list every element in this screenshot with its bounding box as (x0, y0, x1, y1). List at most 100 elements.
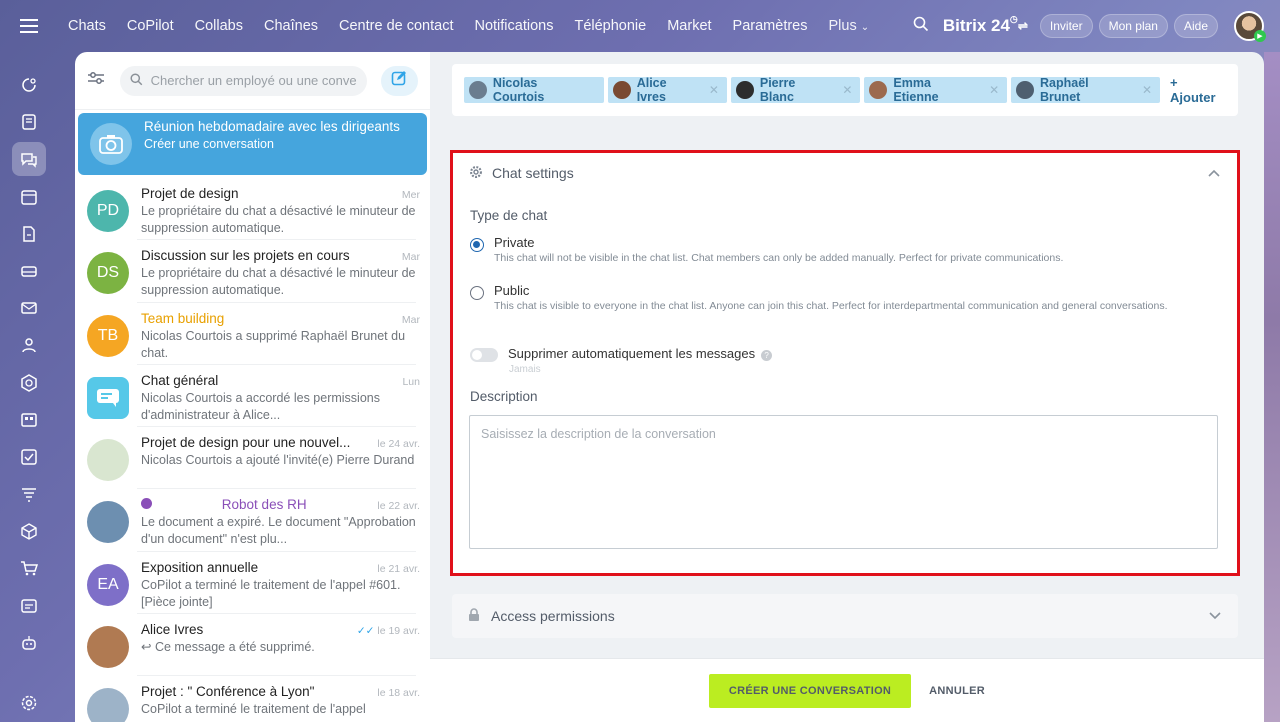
remove-icon[interactable]: ✕ (1142, 83, 1152, 97)
nav-market[interactable]: Market (667, 18, 711, 34)
nav-collabs[interactable]: Collabs (195, 18, 243, 34)
chat-settings-section: Chat settings Type de chat Private This … (450, 150, 1240, 576)
member-chip[interactable]: Nicolas Courtois (464, 76, 604, 104)
autodelete-toggle[interactable] (470, 348, 498, 362)
invite-button[interactable]: Inviter (1039, 14, 1093, 38)
chevron-down-icon[interactable] (1208, 608, 1222, 624)
chevron-up-icon[interactable] (1207, 165, 1221, 181)
chat-item-title-row: Alice Ivres ✓✓ le 19 avr. (141, 622, 420, 637)
nav-settings[interactable]: Paramètres (733, 18, 808, 34)
mail-icon[interactable] (12, 291, 46, 325)
chat-item-selected[interactable]: Réunion hebdomadaire avec les dirigeants… (78, 113, 427, 175)
hamburger-menu-icon[interactable] (0, 0, 58, 52)
member-chip[interactable]: Emma Etienne ✕ (864, 76, 1008, 104)
chat-item-date: le 21 avr. (377, 562, 420, 575)
chat-item-title: Projet : " Conférence à Lyon" (141, 684, 315, 700)
chat-list-header: Chercher un employé ou une conve (75, 52, 430, 110)
chat-item-title-row: Projet de design pour une nouvel... le 24… (141, 435, 420, 450)
chat-list-item[interactable]: Alice Ivres ✓✓ le 19 avr. ↩ Ce message a é… (75, 614, 430, 677)
remove-icon[interactable]: ✕ (989, 83, 999, 97)
chat-item-title: Projet de design (141, 186, 239, 201)
brand-logo[interactable]: Bitrix 24 ◷ ⇌ (943, 14, 1028, 36)
plan-button[interactable]: Mon plan (1098, 14, 1168, 38)
chat-item-preview: Le propriétaire du chat a désactivé le m… (141, 266, 416, 298)
help-button[interactable]: Aide (1173, 14, 1218, 38)
nav-channels[interactable]: Chaînes (264, 18, 318, 34)
top-bar: Chats CoPilot Collabs Chaînes Centre de … (0, 0, 1280, 52)
chat-settings-title: Chat settings (492, 165, 574, 181)
chat-icon[interactable] (12, 142, 46, 177)
chat-item-preview: ↩ Ce message a été supprimé. (141, 640, 315, 655)
remove-icon[interactable]: ✕ (709, 83, 719, 97)
chat-item-date: le 22 avr. (377, 500, 420, 513)
sliders-icon[interactable] (87, 70, 111, 91)
id-card-icon[interactable] (12, 589, 46, 623)
chat-list-item[interactable]: Projet de design pour une nouvel... le 24… (75, 427, 430, 490)
remove-icon[interactable]: ✕ (842, 83, 852, 97)
create-chat-button[interactable]: CRÉER UNE CONVERSATION (708, 673, 912, 708)
feed-icon[interactable] (12, 105, 46, 139)
avatar: PD (87, 190, 129, 232)
new-chat-button[interactable] (380, 65, 418, 96)
public-description: This chat is visible to everyone in the … (494, 300, 1168, 312)
chat-list-item[interactable]: DS Discussion sur les projets en cours Mar… (75, 240, 430, 303)
description-textarea[interactable]: Saisissez la description de la conversat… (469, 415, 1218, 549)
form-footer: CRÉER UNE CONVERSATION ANNULER (430, 658, 1264, 722)
member-chip[interactable]: Pierre Blanc ✕ (730, 76, 861, 104)
chat-list-item[interactable]: Projet : " Conférence à Lyon" le 18 avr. C… (75, 676, 430, 722)
nav-contact-center[interactable]: Centre de contact (339, 18, 453, 34)
nav-copilot[interactable]: CoPilot (127, 18, 174, 34)
tasks-icon[interactable] (12, 440, 46, 474)
access-permissions-section[interactable]: Access permissions (452, 594, 1238, 638)
avatar (87, 626, 129, 669)
chat-item-title-row: Robot des RH le 22 avr. (141, 497, 420, 512)
calendar-icon[interactable] (12, 180, 46, 214)
add-member-link[interactable]: + Ajouter (1170, 75, 1226, 105)
public-radio[interactable] (470, 286, 484, 300)
box-icon[interactable] (12, 514, 46, 548)
private-radio[interactable] (470, 238, 484, 252)
nav-more[interactable]: Plus ⌄ (829, 18, 870, 34)
chat-item-title-row: Projet de design Mer (141, 186, 420, 201)
sites-icon[interactable] (12, 403, 46, 437)
nav-telephony[interactable]: Téléphonie (574, 18, 646, 34)
chat-item-preview: Le document a expiré. Le document "Appro… (141, 515, 416, 547)
filter-icon[interactable] (12, 477, 46, 511)
chat-list-item[interactable]: Robot des RH le 22 avr. Le document a expi… (75, 489, 430, 553)
chat-item-date: Mar (401, 251, 420, 264)
robot-icon[interactable] (12, 626, 46, 660)
chat-item-title-row: Projet : " Conférence à Lyon" le 18 avr. (141, 684, 420, 699)
nav-notifications[interactable]: Notifications (474, 18, 553, 34)
search-icon[interactable] (913, 16, 929, 37)
chat-item-preview: Créer une conversation (144, 137, 274, 151)
chat-list-item[interactable]: TB Team building Mar Nicolas Courtois a sup… (75, 303, 430, 366)
drive-icon[interactable] (12, 254, 46, 288)
cart-icon[interactable] (12, 551, 46, 585)
chat-item-text: Chat général Lun Nicolas Courtois a accord… (141, 373, 420, 424)
chat-settings-header[interactable]: Chat settings (453, 153, 1237, 193)
chat-item-title-row: Exposition annuelle le 21 avr. (141, 560, 420, 575)
contacts-icon[interactable] (12, 328, 46, 362)
chat-list-item[interactable]: EA Exposition annuelle le 21 avr. CoPilot a… (75, 552, 430, 615)
chat-item-date: Mar (401, 313, 420, 326)
chat-search-input[interactable]: Chercher un employé ou une conve (119, 65, 367, 96)
help-icon[interactable]: ? (761, 350, 773, 361)
activity-icon[interactable] (12, 68, 46, 102)
chat-item-title: Réunion hebdomadaire avec les dirigeants (144, 119, 400, 134)
chat-list-item[interactable]: PD Projet de design Mer Le propriétaire du … (75, 178, 430, 241)
bot-icon (141, 498, 152, 510)
avatar: TB (87, 314, 129, 357)
chat-item-text: Discussion sur les projets en cours Mar Le… (141, 248, 420, 299)
member-chip[interactable]: Alice Ivres ✕ (607, 76, 727, 104)
general-chat-icon (87, 376, 129, 419)
member-chip[interactable]: Raphaël Brunet ✕ (1011, 76, 1160, 104)
docs-icon[interactable] (12, 217, 46, 251)
chat-item-text: Réunion hebdomadaire avec les dirigeants… (144, 119, 417, 156)
cancel-button[interactable]: ANNULER (929, 685, 985, 697)
settings-icon[interactable] (12, 686, 46, 720)
crm-icon[interactable] (12, 366, 46, 400)
chevron-down-icon: ⌄ (860, 22, 870, 33)
user-avatar[interactable]: ▶ (1234, 11, 1266, 42)
nav-chats[interactable]: Chats (68, 18, 106, 34)
chat-list-item[interactable]: Chat général Lun Nicolas Courtois a accord… (75, 365, 430, 428)
